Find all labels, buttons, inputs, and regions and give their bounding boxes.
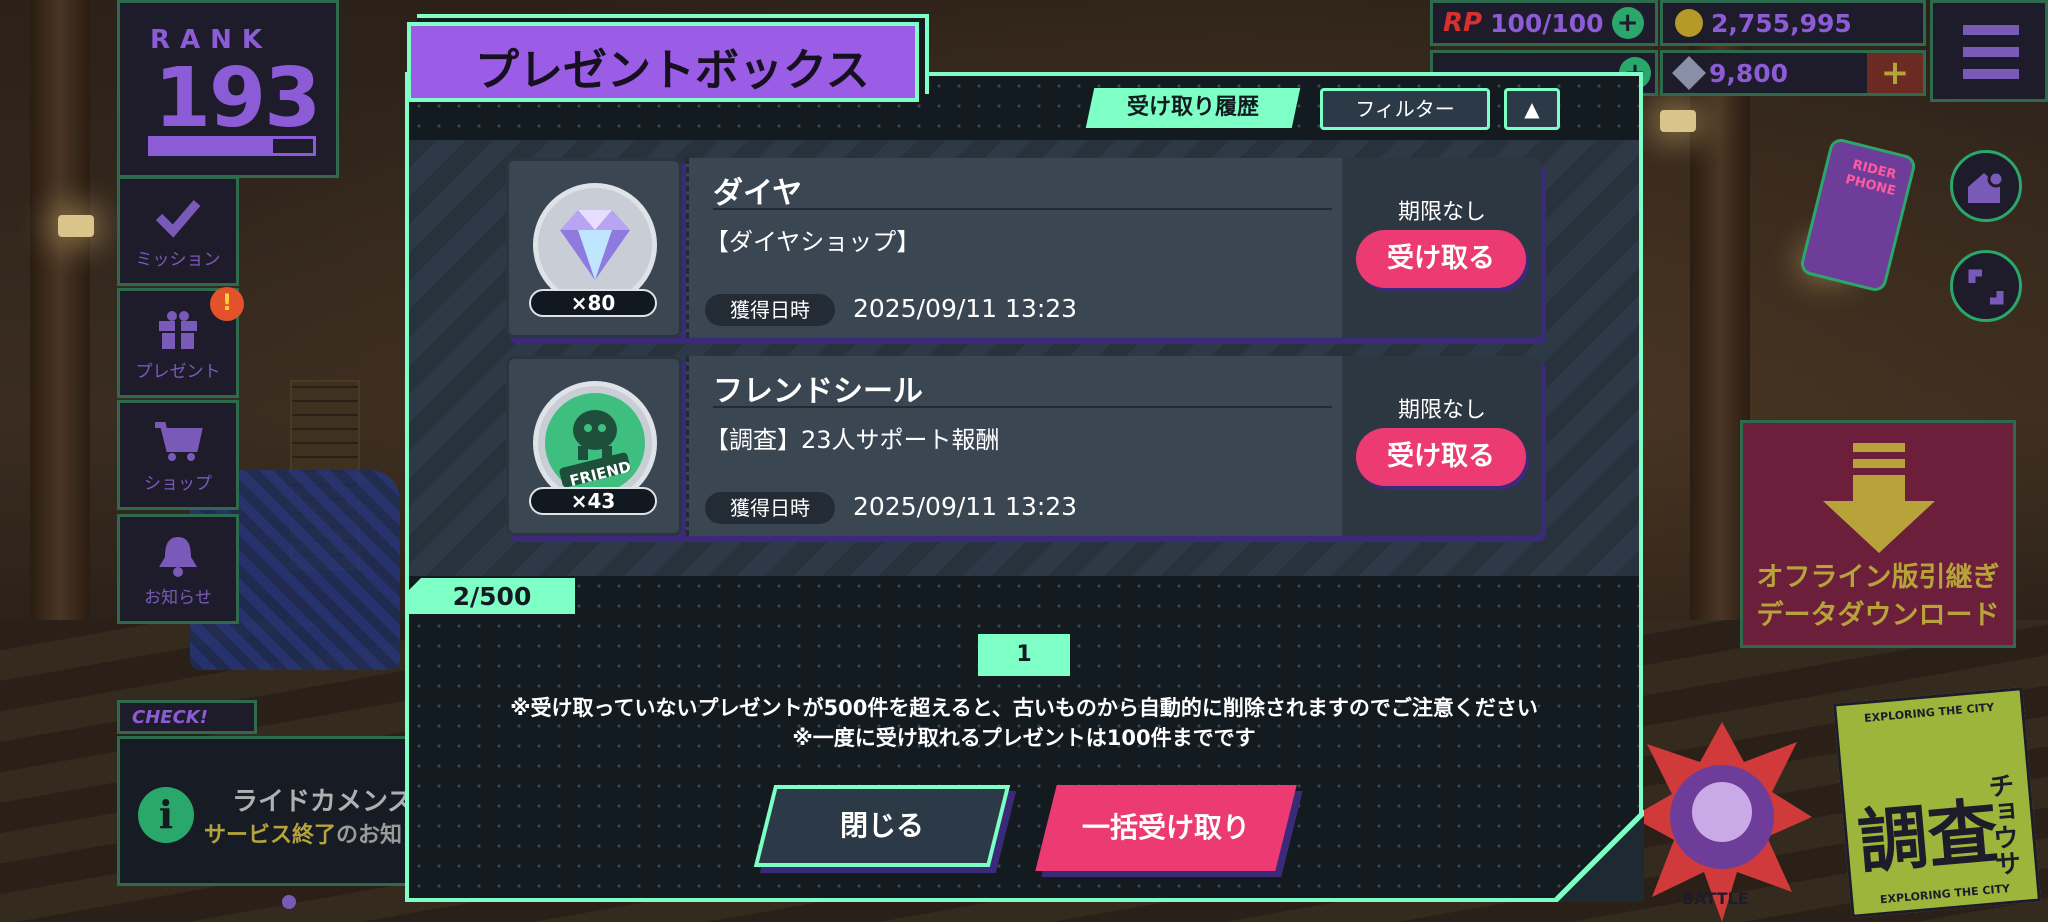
item-action-panel: 期限なし 受け取る — [1342, 158, 1542, 338]
item-divider — [713, 406, 1332, 408]
nav-mission-label: ミッション — [135, 250, 221, 270]
rank-value: 193 — [154, 51, 321, 146]
coin-value: 2,755,995 — [1711, 8, 1852, 38]
filter-button[interactable]: フィルター — [1320, 88, 1490, 130]
rp-value: 100/100 — [1490, 8, 1604, 38]
battle-sticker[interactable]: BATTLE — [1632, 722, 1812, 922]
item-date: 2025/09/11 13:23 — [853, 492, 1078, 521]
close-button[interactable]: 閉じる — [753, 785, 1017, 873]
investigation-sticker[interactable]: EXPLORING THE CITY 調査 チョウサ EXPLORING THE… — [1832, 687, 2042, 918]
rider-phone-label: RIDER PHONE — [1843, 157, 1898, 200]
bulk-receive-button[interactable]: 一括受け取り — [1035, 785, 1303, 877]
item-date-label: 獲得日時 — [705, 492, 835, 524]
item-count: ×80 — [529, 289, 657, 317]
modal-corner-fold — [1548, 810, 1644, 902]
present-item-friend-seal: FRIEND ×43 フレンドシール 【調査】23人サポート報酬 獲得日時 20… — [506, 356, 1546, 542]
news-headline: ライドカメンズ — [232, 787, 414, 817]
offline-text-line-2: データダウンロード — [1756, 600, 2000, 631]
sticker-top-text: EXPLORING THE CITY — [1863, 700, 1995, 725]
rank-progress-fill — [151, 139, 273, 153]
item-limit: 期限なし — [1397, 200, 1486, 225]
gem-counter: 9,800 + — [1660, 50, 1926, 96]
info-icon: i — [138, 787, 194, 843]
diamond-icon — [560, 210, 630, 280]
sticker-big-text: 調査 — [1854, 788, 2002, 884]
nav-shop[interactable]: ショップ — [117, 400, 239, 510]
carousel-dot[interactable] — [282, 895, 296, 909]
item-date-label: 獲得日時 — [705, 294, 835, 326]
rp-counter: RP 100/100 + — [1430, 0, 1658, 46]
item-source: 【ダイヤショップ】 — [705, 228, 921, 256]
rotate-icon — [1968, 269, 2004, 305]
modal-title: プレゼントボックス — [475, 45, 870, 96]
gift-icon — [159, 311, 197, 349]
bell-icon — [159, 537, 197, 577]
menu-bar — [1963, 25, 2019, 35]
home-gear-icon — [1968, 170, 2005, 203]
check-tag: CHECK! — [117, 700, 257, 734]
item-date: 2025/09/11 13:23 — [853, 294, 1078, 323]
item-icon-panel: FRIEND ×43 — [506, 356, 682, 536]
gem-icon — [1672, 56, 1706, 90]
battle-sticker-text: BATTLE — [1682, 889, 1749, 908]
coin-counter: 2,755,995 — [1660, 0, 1926, 46]
coin-icon — [1675, 9, 1703, 37]
offline-text-line-1: オフライン版引継ぎ — [1756, 562, 2000, 593]
item-name: ダイヤ — [713, 176, 803, 211]
claim-button[interactable]: 受け取る — [1356, 428, 1526, 486]
claim-button[interactable]: 受け取る — [1356, 230, 1526, 288]
news-sub-highlight: サービス終了 — [204, 823, 337, 848]
notice-line-2: ※一度に受け取れるプレゼントは100件までです — [792, 726, 1256, 750]
news-banner[interactable]: i ライドカメンズ サービス終了のお知 — [117, 736, 417, 886]
download-arrow-icon — [1823, 443, 1935, 553]
nav-shop-label: ショップ — [144, 474, 212, 494]
sort-toggle-button[interactable]: ▲ — [1504, 88, 1560, 130]
menu-bar — [1963, 69, 2019, 79]
item-body: フレンドシール 【調査】23人サポート報酬 獲得日時 2025/09/11 13… — [686, 356, 1342, 536]
friend-seal-icon: FRIEND — [545, 393, 645, 493]
gem-add-button[interactable]: + — [1867, 53, 1923, 93]
menu-button[interactable] — [1930, 0, 2048, 102]
menu-bar — [1963, 47, 2019, 57]
item-source: 【調査】23人サポート報酬 — [705, 426, 1000, 454]
check-icon — [155, 200, 201, 238]
page-number[interactable]: 1 — [978, 634, 1070, 676]
offline-download-label: オフライン版引継ぎ データダウンロード — [1743, 559, 2013, 635]
close-button-label: 閉じる — [839, 809, 924, 842]
item-action-panel: 期限なし 受け取る — [1342, 356, 1542, 536]
nav-mission[interactable]: ミッション — [117, 176, 239, 286]
rank-panel: RANK 193 — [117, 0, 339, 178]
item-limit: 期限なし — [1397, 398, 1486, 423]
modal-title-panel: プレゼントボックス — [407, 22, 919, 102]
rank-progress-bar — [148, 136, 316, 156]
news-subline: サービス終了のお知 — [204, 817, 402, 849]
home-settings-button[interactable] — [1950, 150, 2022, 222]
receive-history-label: 受け取り履歴 — [1126, 95, 1259, 120]
rp-label: RP — [1443, 8, 1483, 38]
present-item-diamond: ×80 ダイヤ 【ダイヤショップ】 獲得日時 2025/09/11 13:23 … — [506, 158, 1546, 344]
news-sub-rest: のお知 — [336, 823, 403, 848]
gem-value: 9,800 — [1709, 58, 1789, 88]
rp-add-button[interactable]: + — [1611, 7, 1644, 39]
present-count-tab: 2/500 — [409, 578, 575, 614]
notice-line-1: ※受け取っていないプレゼントが500件を超えると、古いものから自動的に削除されま… — [510, 696, 1538, 720]
sticker-kana-text: チョウサ — [1982, 771, 2022, 878]
item-body: ダイヤ 【ダイヤショップ】 獲得日時 2025/09/11 13:23 — [686, 158, 1342, 338]
item-name: フレンドシール — [713, 374, 923, 409]
nav-present-label: プレゼント — [135, 362, 221, 382]
present-alert-badge: ! — [210, 287, 244, 321]
offline-download-button[interactable]: オフライン版引継ぎ データダウンロード — [1740, 420, 2016, 648]
item-divider — [713, 208, 1332, 210]
rotate-button[interactable] — [1950, 250, 2022, 322]
bulk-receive-label: 一括受け取り — [1081, 811, 1250, 844]
item-count: ×43 — [529, 487, 657, 515]
item-icon-panel: ×80 — [506, 158, 682, 338]
nav-news[interactable]: お知らせ — [117, 514, 239, 624]
receive-history-button[interactable]: 受け取り履歴 — [1085, 88, 1301, 128]
cart-icon — [155, 422, 203, 461]
nav-news-label: お知らせ — [144, 588, 212, 608]
